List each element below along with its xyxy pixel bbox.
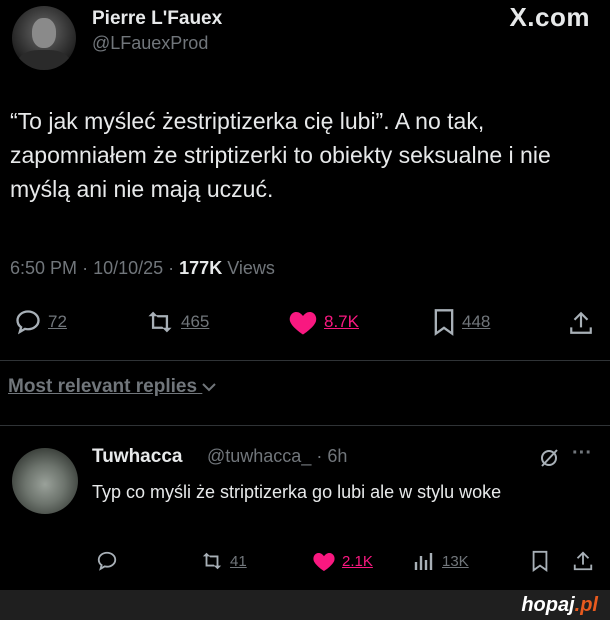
bookmark-count: 448: [462, 312, 491, 331]
like-button[interactable]: 8.7K: [288, 308, 359, 336]
grok-button[interactable]: [538, 447, 560, 474]
avatar-body: [18, 50, 70, 70]
tweet-time[interactable]: 6:50 PM: [10, 258, 77, 278]
avatar-face: [32, 18, 56, 48]
reply-author-meta: @tuwhacca_ · 6h: [207, 446, 347, 467]
repost-icon: [148, 311, 172, 333]
reply-bookmark-button[interactable]: [530, 550, 550, 577]
watermark-bar: [0, 590, 610, 620]
reply-age[interactable]: 6h: [327, 446, 347, 466]
bookmark-icon: [434, 309, 454, 336]
grok-icon: [541, 449, 558, 467]
replies-filter-dropdown[interactable]: Most relevant replies: [8, 376, 217, 398]
share-icon: [573, 551, 593, 571]
watermark-logo: hopaj.pl: [521, 594, 598, 617]
like-icon: [313, 553, 335, 571]
brand-label: X.com: [509, 2, 590, 32]
share-button[interactable]: [568, 310, 594, 341]
meta-separator: ·: [168, 258, 180, 278]
repost-count: 465: [181, 312, 210, 331]
tweet-meta: 6:50 PM · 10/10/25 · 177K Views: [10, 258, 275, 279]
reply-like-count: 2.1K: [342, 552, 373, 570]
reply-author-handle[interactable]: @tuwhacca_: [207, 446, 311, 466]
reply-share-button[interactable]: [572, 550, 594, 577]
more-icon[interactable]: ···: [572, 442, 592, 465]
reply-like-button[interactable]: 2.1K: [312, 550, 373, 572]
watermark-suffix: .pl: [574, 594, 598, 616]
reply-author-name[interactable]: Tuwhacca: [92, 446, 182, 468]
like-icon: [289, 312, 317, 335]
reply-count: 72: [48, 312, 67, 331]
divider: [0, 425, 610, 426]
reply-views-button[interactable]: 13K: [412, 550, 469, 572]
reply-repost-button[interactable]: 41: [200, 550, 247, 572]
author-avatar[interactable]: [12, 6, 76, 70]
reply-icon: [16, 310, 40, 335]
views-count: 177K: [179, 258, 223, 278]
replies-filter-label: Most relevant replies: [8, 376, 198, 397]
bookmark-icon: [532, 550, 548, 572]
reply-repost-count: 41: [230, 552, 247, 570]
tweet-text: “To jak myśleć żestriptizerka cię lubi”.…: [10, 108, 551, 202]
views-icon: [414, 553, 433, 570]
repost-button[interactable]: 465: [145, 308, 209, 336]
meta-separator: ·: [82, 258, 94, 278]
tweet-date[interactable]: 10/10/25: [93, 258, 163, 278]
reply-reply-button[interactable]: [96, 550, 118, 577]
views-label: Views: [227, 258, 275, 278]
reply-button[interactable]: 72: [14, 308, 67, 336]
repost-icon: [202, 552, 222, 570]
reply-avatar[interactable]: [12, 448, 78, 514]
share-icon: [570, 311, 592, 334]
bookmark-button[interactable]: 448: [432, 308, 490, 336]
reply-text: Typ co myśli że striptizerka go lubi ale…: [92, 482, 502, 502]
author-name[interactable]: Pierre L'Fauex: [92, 8, 222, 30]
reply-icon: [97, 551, 117, 571]
divider: [0, 360, 610, 361]
author-handle[interactable]: @LFauexProd: [92, 33, 208, 54]
chevron-down-icon: [202, 383, 217, 392]
watermark-main: hopaj: [521, 594, 575, 616]
reply-views-count: 13K: [442, 552, 469, 570]
like-count: 8.7K: [324, 312, 359, 331]
meta-separator: ·: [316, 446, 328, 466]
